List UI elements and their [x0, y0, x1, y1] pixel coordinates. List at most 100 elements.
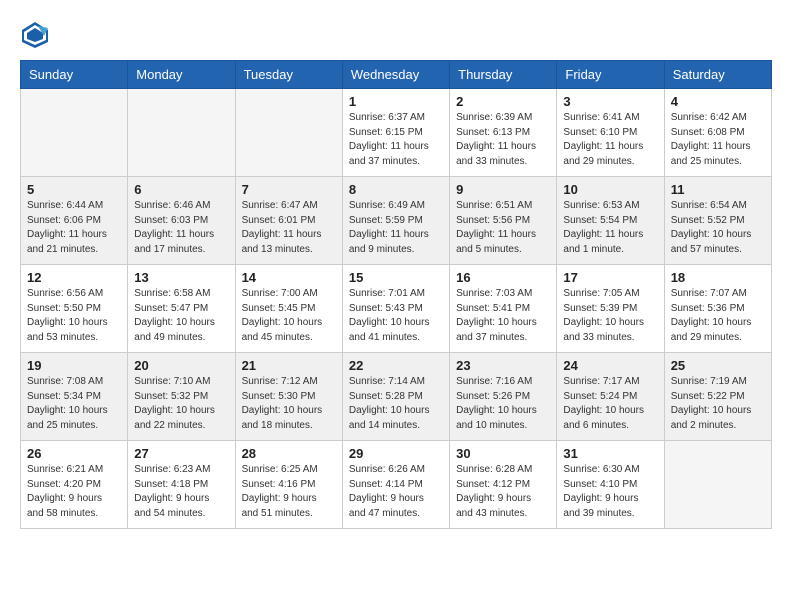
day-number: 31 — [563, 446, 657, 461]
day-number: 21 — [242, 358, 336, 373]
week-row: 19Sunrise: 7:08 AM Sunset: 5:34 PM Dayli… — [21, 353, 772, 441]
calendar-cell: 15 Sunrise: 7:01 AM Sunset: 5:43 PM Dayli… — [342, 265, 449, 353]
header — [20, 20, 772, 50]
day-number: 3 — [563, 94, 657, 109]
calendar-cell: 20Sunrise: 7:10 AM Sunset: 5:32 PM Dayli… — [128, 353, 235, 441]
day-number: 30 — [456, 446, 550, 461]
calendar-cell: 3 Sunrise: 6:41 AM Sunset: 6:10 PM Daylig… — [557, 89, 664, 177]
day-header-thursday: Thursday — [450, 61, 557, 89]
day-header-friday: Friday — [557, 61, 664, 89]
day-info: Sunrise: 6:53 AM Sunset: 5:54 PM Dayligh… — [563, 199, 657, 257]
day-info: Sunrise: 7:08 AM Sunset: 5:34 PM Dayligh… — [27, 375, 121, 433]
day-number: 23 — [456, 358, 550, 373]
day-number: 8 — [349, 182, 443, 197]
calendar-cell: 7 Sunrise: 6:47 AM Sunset: 6:01 PM Daylig… — [235, 177, 342, 265]
day-info: Sunrise: 7:19 AM Sunset: 5:22 PM Dayligh… — [671, 375, 765, 433]
calendar-cell: 17Sunrise: 7:05 AM Sunset: 5:39 PM Dayli… — [557, 265, 664, 353]
calendar-cell: 10 Sunrise: 6:53 AM Sunset: 5:54 PM Dayli… — [557, 177, 664, 265]
day-header-tuesday: Tuesday — [235, 61, 342, 89]
calendar-cell — [21, 89, 128, 177]
day-info: Sunrise: 6:21 AM Sunset: 4:20 PM Dayligh… — [27, 463, 121, 521]
day-number: 24 — [563, 358, 657, 373]
day-info: Sunrise: 7:16 AM Sunset: 5:26 PM Dayligh… — [456, 375, 550, 433]
day-info: Sunrise: 7:03 AM Sunset: 5:41 PM Dayligh… — [456, 287, 550, 345]
day-number: 10 — [563, 182, 657, 197]
calendar-cell: 8 Sunrise: 6:49 AM Sunset: 5:59 PM Daylig… — [342, 177, 449, 265]
day-number: 7 — [242, 182, 336, 197]
day-info: Sunrise: 6:37 AM Sunset: 6:15 PM Dayligh… — [349, 111, 443, 169]
day-info: Sunrise: 7:07 AM Sunset: 5:36 PM Dayligh… — [671, 287, 765, 345]
day-number: 12 — [27, 270, 121, 285]
day-number: 13 — [134, 270, 228, 285]
calendar-cell: 11Sunrise: 6:54 AM Sunset: 5:52 PM Dayli… — [664, 177, 771, 265]
day-number: 16 — [456, 270, 550, 285]
day-number: 26 — [27, 446, 121, 461]
calendar-cell: 14Sunrise: 7:00 AM Sunset: 5:45 PM Dayli… — [235, 265, 342, 353]
day-number: 4 — [671, 94, 765, 109]
calendar-cell: 1 Sunrise: 6:37 AM Sunset: 6:15 PM Daylig… — [342, 89, 449, 177]
day-header-sunday: Sunday — [21, 61, 128, 89]
calendar-cell: 23 Sunrise: 7:16 AM Sunset: 5:26 PM Dayli… — [450, 353, 557, 441]
day-info: Sunrise: 6:44 AM Sunset: 6:06 PM Dayligh… — [27, 199, 121, 257]
calendar-table: SundayMondayTuesdayWednesdayThursdayFrid… — [20, 60, 772, 529]
day-number: 15 — [349, 270, 443, 285]
page: SundayMondayTuesdayWednesdayThursdayFrid… — [0, 0, 792, 539]
day-number: 14 — [242, 270, 336, 285]
calendar-cell — [128, 89, 235, 177]
calendar-cell: 6 Sunrise: 6:46 AM Sunset: 6:03 PM Daylig… — [128, 177, 235, 265]
day-number: 1 — [349, 94, 443, 109]
day-header-saturday: Saturday — [664, 61, 771, 89]
day-number: 29 — [349, 446, 443, 461]
calendar-cell: 25 Sunrise: 7:19 AM Sunset: 5:22 PM Dayli… — [664, 353, 771, 441]
day-number: 5 — [27, 182, 121, 197]
day-info: Sunrise: 7:05 AM Sunset: 5:39 PM Dayligh… — [563, 287, 657, 345]
day-info: Sunrise: 7:10 AM Sunset: 5:32 PM Dayligh… — [134, 375, 228, 433]
calendar-cell: 16 Sunrise: 7:03 AM Sunset: 5:41 PM Dayli… — [450, 265, 557, 353]
day-info: Sunrise: 6:46 AM Sunset: 6:03 PM Dayligh… — [134, 199, 228, 257]
day-info: Sunrise: 7:01 AM Sunset: 5:43 PM Dayligh… — [349, 287, 443, 345]
week-row: 12 Sunrise: 6:56 AM Sunset: 5:50 PM Dayli… — [21, 265, 772, 353]
day-info: Sunrise: 6:42 AM Sunset: 6:08 PM Dayligh… — [671, 111, 765, 169]
day-number: 28 — [242, 446, 336, 461]
day-info: Sunrise: 7:17 AM Sunset: 5:24 PM Dayligh… — [563, 375, 657, 433]
day-number: 2 — [456, 94, 550, 109]
day-number: 6 — [134, 182, 228, 197]
day-header-wednesday: Wednesday — [342, 61, 449, 89]
calendar-cell: 26 Sunrise: 6:21 AM Sunset: 4:20 PM Dayli… — [21, 441, 128, 529]
week-row: 5 Sunrise: 6:44 AM Sunset: 6:06 PM Daylig… — [21, 177, 772, 265]
week-row: 26 Sunrise: 6:21 AM Sunset: 4:20 PM Dayli… — [21, 441, 772, 529]
day-info: Sunrise: 6:25 AM Sunset: 4:16 PM Dayligh… — [242, 463, 336, 521]
day-info: Sunrise: 7:14 AM Sunset: 5:28 PM Dayligh… — [349, 375, 443, 433]
days-row: SundayMondayTuesdayWednesdayThursdayFrid… — [21, 61, 772, 89]
day-header-monday: Monday — [128, 61, 235, 89]
day-info: Sunrise: 6:56 AM Sunset: 5:50 PM Dayligh… — [27, 287, 121, 345]
calendar-cell: 19Sunrise: 7:08 AM Sunset: 5:34 PM Dayli… — [21, 353, 128, 441]
calendar-cell: 28 Sunrise: 6:25 AM Sunset: 4:16 PM Dayli… — [235, 441, 342, 529]
day-info: Sunrise: 6:47 AM Sunset: 6:01 PM Dayligh… — [242, 199, 336, 257]
calendar-cell: 2 Sunrise: 6:39 AM Sunset: 6:13 PM Daylig… — [450, 89, 557, 177]
calendar-body: 1 Sunrise: 6:37 AM Sunset: 6:15 PM Daylig… — [21, 89, 772, 529]
day-info: Sunrise: 6:41 AM Sunset: 6:10 PM Dayligh… — [563, 111, 657, 169]
day-number: 27 — [134, 446, 228, 461]
calendar-cell: 9Sunrise: 6:51 AM Sunset: 5:56 PM Daylig… — [450, 177, 557, 265]
day-info: Sunrise: 6:28 AM Sunset: 4:12 PM Dayligh… — [456, 463, 550, 521]
day-info: Sunrise: 6:30 AM Sunset: 4:10 PM Dayligh… — [563, 463, 657, 521]
calendar-cell: 13Sunrise: 6:58 AM Sunset: 5:47 PM Dayli… — [128, 265, 235, 353]
calendar-header: SundayMondayTuesdayWednesdayThursdayFrid… — [21, 61, 772, 89]
calendar-cell: 31 Sunrise: 6:30 AM Sunset: 4:10 PM Dayli… — [557, 441, 664, 529]
calendar-cell: 21Sunrise: 7:12 AM Sunset: 5:30 PM Dayli… — [235, 353, 342, 441]
day-number: 25 — [671, 358, 765, 373]
logo — [20, 20, 56, 50]
day-number: 11 — [671, 182, 765, 197]
calendar-cell: 18 Sunrise: 7:07 AM Sunset: 5:36 PM Dayli… — [664, 265, 771, 353]
week-row: 1 Sunrise: 6:37 AM Sunset: 6:15 PM Daylig… — [21, 89, 772, 177]
calendar-cell: 12 Sunrise: 6:56 AM Sunset: 5:50 PM Dayli… — [21, 265, 128, 353]
day-number: 18 — [671, 270, 765, 285]
day-info: Sunrise: 6:49 AM Sunset: 5:59 PM Dayligh… — [349, 199, 443, 257]
calendar-cell — [235, 89, 342, 177]
day-info: Sunrise: 6:51 AM Sunset: 5:56 PM Dayligh… — [456, 199, 550, 257]
day-info: Sunrise: 6:26 AM Sunset: 4:14 PM Dayligh… — [349, 463, 443, 521]
calendar-cell: 5 Sunrise: 6:44 AM Sunset: 6:06 PM Daylig… — [21, 177, 128, 265]
day-info: Sunrise: 6:39 AM Sunset: 6:13 PM Dayligh… — [456, 111, 550, 169]
calendar-cell: 29 Sunrise: 6:26 AM Sunset: 4:14 PM Dayli… — [342, 441, 449, 529]
